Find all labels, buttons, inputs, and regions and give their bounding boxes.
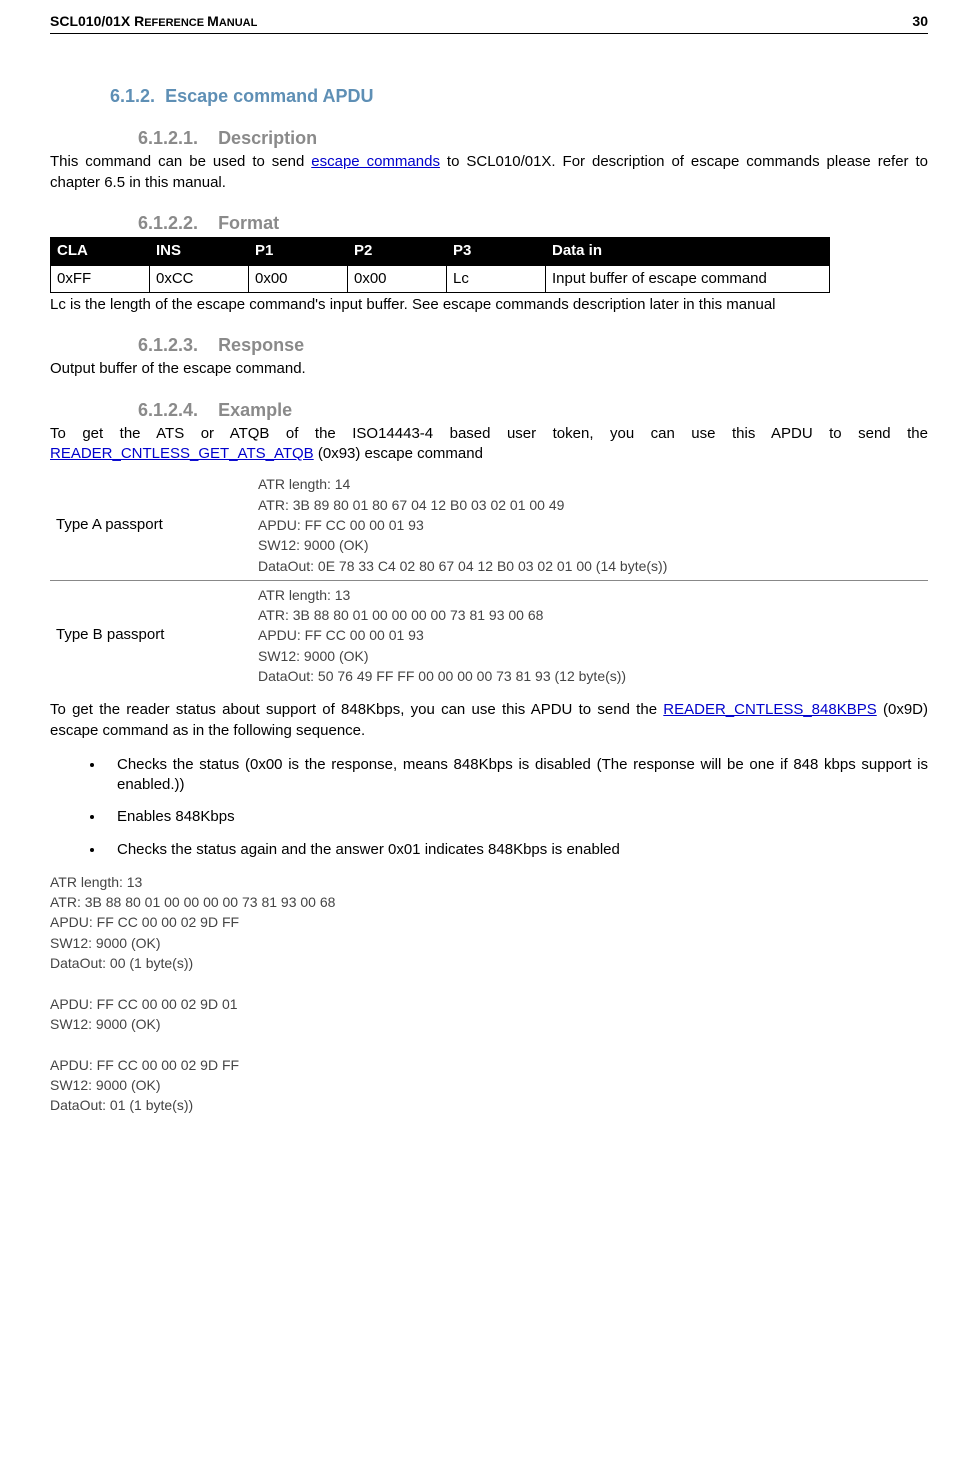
bullet-list: Checks the status (0x00 is the response,… (105, 755, 928, 860)
td-datain: Input buffer of escape command (546, 265, 830, 292)
example-row-b: Type B passport ATR length: 13 ATR: 3B 8… (50, 581, 928, 690)
list-item: Checks the status (0x00 is the response,… (105, 755, 928, 796)
example-code-a: ATR length: 14 ATR: 3B 89 80 01 80 67 04… (252, 470, 928, 580)
td-ins: 0xCC (150, 265, 249, 292)
heading-6-1-2-1: 6.1.2.1. Description (50, 126, 928, 150)
example-label-a: Type A passport (50, 470, 252, 580)
th-ins: INS (150, 238, 249, 265)
code-output-848: ATR length: 13 ATR: 3B 88 80 01 00 00 00… (50, 872, 928, 1116)
link-848kbps[interactable]: READER_CNTLESS_848KBPS (663, 701, 876, 718)
paragraph-lc-note: Lc is the length of the escape command's… (50, 295, 928, 315)
doc-title: SCL010/01X REFERENCE MANUAL (50, 12, 257, 31)
heading-6-1-2: 6.1.2. Escape command APDU (50, 84, 928, 108)
heading-6-1-2-2: 6.1.2.2. Format (50, 211, 928, 235)
example-label-b: Type B passport (50, 581, 252, 690)
th-cla: CLA (51, 238, 150, 265)
heading-6-1-2-4: 6.1.2.4. Example (50, 398, 928, 422)
heading-6-1-2-3: 6.1.2.3. Response (50, 333, 928, 357)
example-table: Type A passport ATR length: 14 ATR: 3B 8… (50, 470, 928, 690)
page-number: 30 (912, 12, 928, 31)
th-p1: P1 (249, 238, 348, 265)
list-item: Checks the status again and the answer 0… (105, 840, 928, 860)
th-p3: P3 (447, 238, 546, 265)
link-get-ats-atqb[interactable]: READER_CNTLESS_GET_ATS_ATQB (50, 445, 314, 462)
paragraph-response: Output buffer of the escape command. (50, 359, 928, 379)
th-p2: P2 (348, 238, 447, 265)
example-code-b: ATR length: 13 ATR: 3B 88 80 01 00 00 00… (252, 581, 928, 690)
td-p3: Lc (447, 265, 546, 292)
table-row: 0xFF 0xCC 0x00 0x00 Lc Input buffer of e… (51, 265, 830, 292)
apdu-format-table: CLA INS P1 P2 P3 Data in 0xFF 0xCC 0x00 … (50, 237, 830, 293)
th-datain: Data in (546, 238, 830, 265)
list-item: Enables 848Kbps (105, 807, 928, 827)
td-p2: 0x00 (348, 265, 447, 292)
td-p1: 0x00 (249, 265, 348, 292)
paragraph-example-2: To get the reader status about support o… (50, 700, 928, 741)
page-header: SCL010/01X REFERENCE MANUAL 30 (50, 12, 928, 34)
paragraph-example-1: To get the ATS or ATQB of the ISO14443-4… (50, 424, 928, 465)
example-row-a: Type A passport ATR length: 14 ATR: 3B 8… (50, 470, 928, 580)
link-escape-commands[interactable]: escape commands (311, 153, 440, 170)
td-cla: 0xFF (51, 265, 150, 292)
paragraph-description: This command can be used to send escape … (50, 152, 928, 193)
